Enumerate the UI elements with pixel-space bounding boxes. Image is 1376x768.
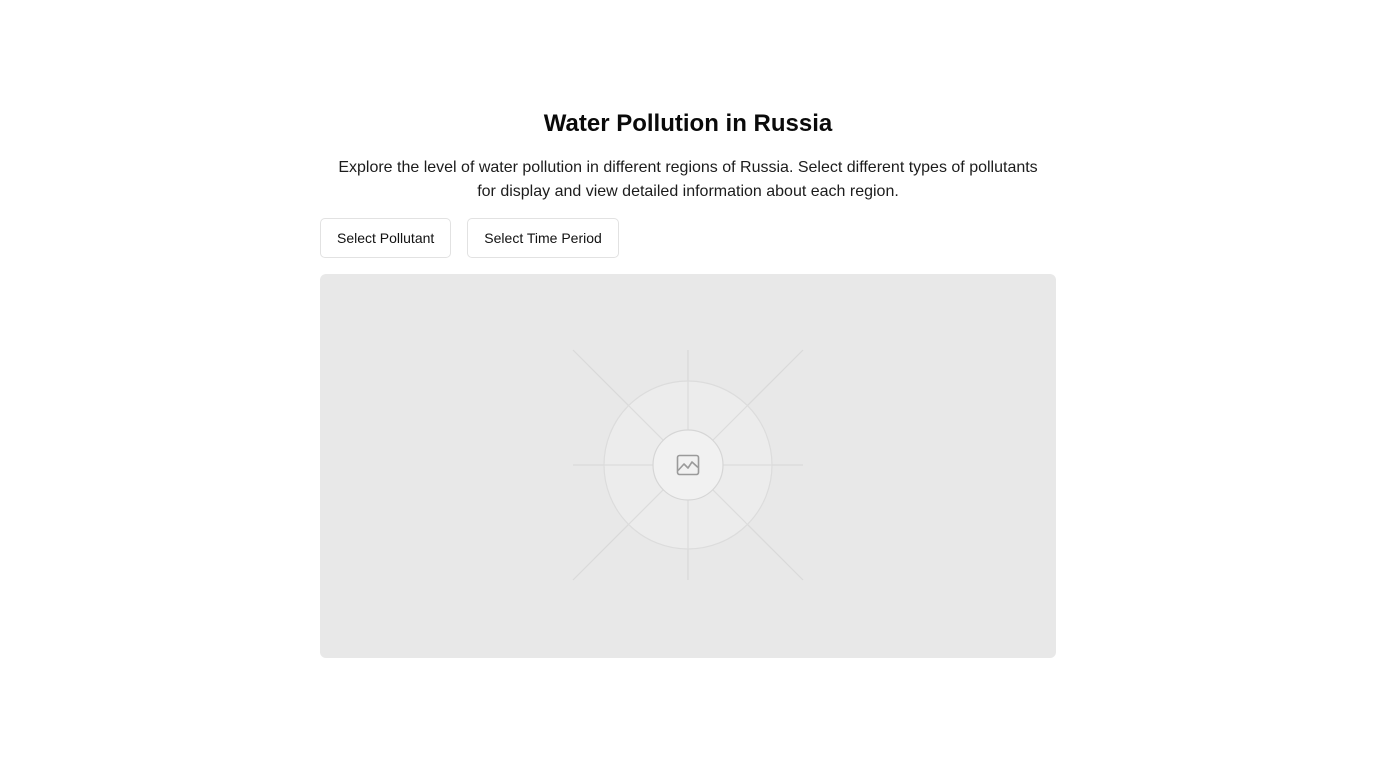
image-placeholder-graphic — [572, 349, 804, 581]
page-title: Water Pollution in Russia — [543, 110, 833, 137]
main-content: Water Pollution in Russia Explore the le… — [320, 106, 1056, 658]
filter-controls: Select Pollutant Select Time Period — [320, 218, 1056, 258]
select-pollutant-button[interactable]: Select Pollutant — [320, 218, 452, 258]
page-description: Explore the level of water pollution in … — [338, 159, 1038, 200]
select-time-period-button[interactable]: Select Time Period — [467, 218, 619, 258]
page: Water Pollution in Russia Explore the le… — [0, 0, 1376, 768]
map-placeholder[interactable] — [320, 274, 1056, 658]
inner-circle — [652, 429, 724, 501]
